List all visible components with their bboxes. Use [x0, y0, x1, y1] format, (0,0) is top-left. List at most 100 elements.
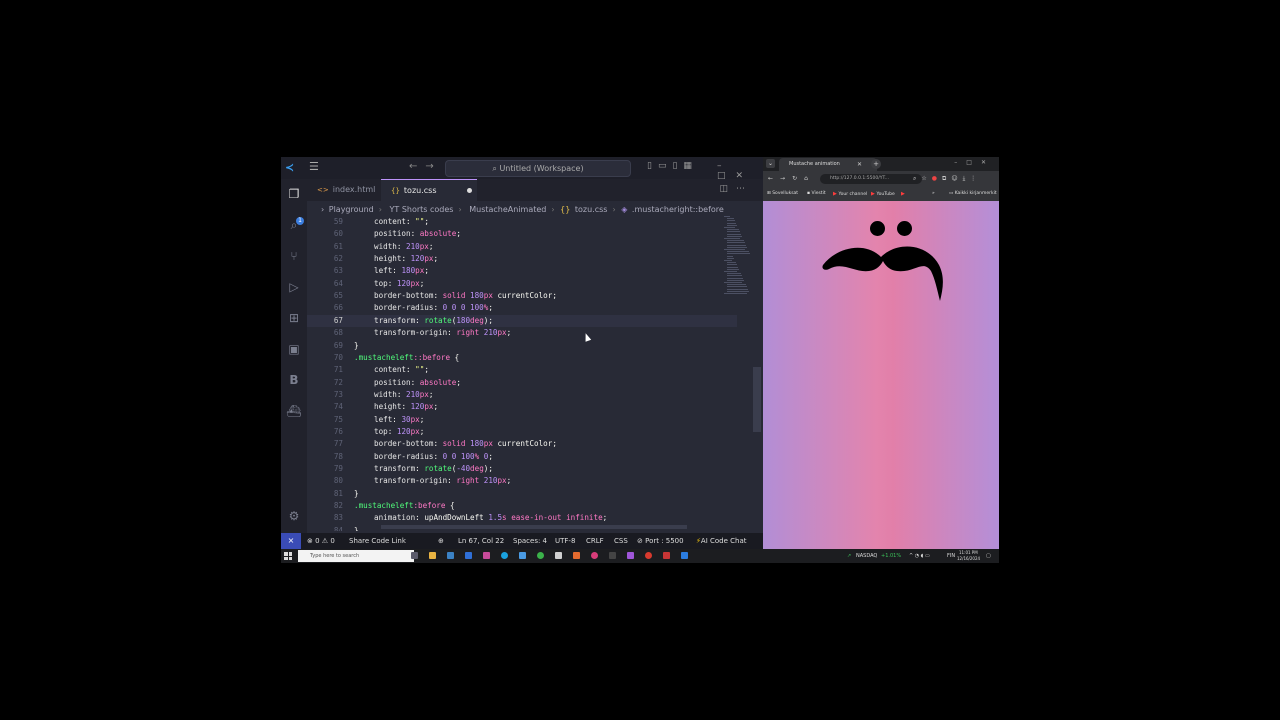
code-line[interactable]: 66 border-radius: 0 0 0 100%; [307, 302, 737, 314]
network-icon[interactable]: ◔ [915, 553, 919, 559]
code-editor[interactable]: 59 content: ""; 60 position: absolute; 61 wid… [307, 216, 737, 531]
customize-layout-icon[interactable]: ▦ [683, 161, 698, 171]
unsaved-dot-icon[interactable] [466, 188, 472, 193]
bookmark-your-channel[interactable]: ▶ Your channel [833, 187, 867, 202]
app-icon[interactable] [591, 552, 598, 559]
all-bookmarks[interactable]: ▭ Kaikki kirjanmerkit [949, 187, 997, 201]
code-line[interactable]: 72 position: absolute; [307, 377, 737, 389]
code-line[interactable]: 74 height: 120px; [307, 401, 737, 413]
code-line[interactable]: 60 position: absolute; [307, 228, 737, 240]
tab-tozu-css[interactable]: {} tozu.css [381, 179, 477, 202]
new-tab-icon[interactable]: + [871, 159, 881, 169]
home-icon[interactable]: ⌂ [804, 175, 815, 182]
code-line[interactable]: 62 height: 120px; [307, 253, 737, 265]
breadcrumb-item[interactable]: Playground [329, 205, 374, 214]
address-bar[interactable]: http://127.0.0.1:5500/YT... [820, 174, 922, 184]
code-line[interactable]: 75 left: 30px; [307, 414, 737, 426]
bookmark-messages[interactable]: ▪ Viestit [807, 187, 826, 201]
code-line[interactable]: 61 width: 210px; [307, 241, 737, 253]
mail-icon[interactable] [465, 552, 472, 559]
code-line[interactable]: 59 content: ""; [307, 216, 737, 228]
tab-search-icon[interactable]: ⌄ [766, 159, 775, 168]
close-tab-icon[interactable]: ✕ [857, 158, 862, 171]
minimize-icon[interactable]: – [954, 159, 966, 166]
browser-nav[interactable]: ←→↻⌂ [768, 171, 815, 187]
vscode-taskbar-icon[interactable] [681, 552, 688, 559]
taskbar-search[interactable]: Type here to search [298, 550, 414, 562]
language-mode[interactable]: CSS [614, 533, 628, 549]
toggle-sidebar-icon[interactable]: ▯ [647, 161, 658, 171]
app-icon[interactable] [627, 552, 634, 559]
remote-indicator-icon[interactable]: ⨯ [281, 533, 301, 549]
code-line[interactable]: 67 transform: rotate(180deg); [307, 314, 737, 328]
app-icon[interactable] [663, 552, 670, 559]
toggle-secondary-icon[interactable]: ▯ [672, 161, 683, 171]
code-line[interactable]: 76 top: 120px; [307, 426, 737, 438]
close-icon[interactable]: ✕ [981, 159, 995, 166]
layout-controls[interactable]: ▯▭▯▦ [647, 161, 698, 171]
code-line[interactable]: 65 border-bottom: solid 180px currentColo… [307, 290, 737, 302]
problems-indicator[interactable]: ⊗ 0 ⚠ 0 [307, 533, 335, 549]
line-endings[interactable]: CRLF [586, 533, 604, 549]
tab-actions[interactable]: ◫⋯ [719, 184, 753, 194]
bookmark-extra[interactable]: ▶ [901, 187, 905, 202]
input-language[interactable]: FIN [947, 549, 955, 563]
store-icon[interactable] [447, 552, 454, 559]
forward-arrow-icon[interactable]: → [425, 161, 441, 172]
code-line[interactable]: 77 border-bottom: solid 180px currentColo… [307, 438, 737, 450]
windows-start-icon[interactable] [284, 552, 292, 560]
source-control-icon[interactable]: ⑂ [286, 248, 302, 264]
extension-b-icon[interactable]: B [286, 372, 302, 388]
app-icon[interactable] [609, 552, 616, 559]
volume-icon[interactable]: ◖ [921, 553, 924, 559]
settings-gear-icon[interactable]: ⚙ [286, 508, 302, 524]
indentation[interactable]: Spaces: 4 [513, 533, 547, 549]
minimize-icon[interactable]: – [717, 161, 732, 171]
run-debug-icon[interactable]: ▷ [286, 279, 302, 295]
battery-icon[interactable]: ▭ [925, 553, 930, 559]
code-line[interactable]: 64 top: 120px; [307, 278, 737, 290]
code-line[interactable]: 71 content: ""; [307, 364, 737, 376]
back-icon[interactable]: ← [768, 175, 780, 182]
code-line[interactable]: 69} [307, 340, 737, 352]
code-line[interactable]: 80 transform-origin: right 210px; [307, 475, 737, 487]
breadcrumb-item[interactable]: YT Shorts codes [390, 205, 454, 214]
vertical-scrollbar[interactable] [753, 367, 761, 432]
docker-icon[interactable]: ⛴ [286, 403, 302, 419]
encoding[interactable]: UTF-8 [555, 533, 575, 549]
reload-icon[interactable]: ↻ [792, 175, 804, 182]
share-code-link[interactable]: Share Code Link [349, 533, 406, 549]
code-line[interactable]: 68 transform-origin: right 210px; [307, 327, 737, 339]
extension-icon[interactable]: ⧉ [942, 175, 951, 182]
profile-icon[interactable]: ☺ [951, 175, 962, 182]
bookmark-apps[interactable]: ⊞ Sovelluksat [767, 187, 798, 201]
code-line[interactable]: 78 border-radius: 0 0 100% 0; [307, 451, 737, 463]
stock-name[interactable]: NASDAQ [856, 549, 877, 563]
record-icon[interactable]: ● [932, 175, 942, 182]
breadcrumb-item[interactable]: tozu.css [575, 205, 608, 214]
menu-icon[interactable]: ☰ [309, 160, 319, 173]
code-line[interactable]: 73 width: 210px; [307, 389, 737, 401]
forward-icon[interactable]: → [780, 175, 792, 182]
clock-date[interactable]: 12/16/2024 [957, 552, 980, 563]
code-line[interactable]: 83 animation: upAndDownLeft 1.5s ease-in-… [307, 512, 737, 524]
file-explorer-icon[interactable] [429, 552, 436, 559]
app-icon[interactable] [645, 552, 652, 559]
kebab-menu-icon[interactable]: ⋮ [970, 175, 981, 182]
live-server-port[interactable]: ⊘ Port : 5500 [637, 533, 684, 549]
back-arrow-icon[interactable]: ← [409, 161, 425, 172]
tray-icons[interactable]: ^ ◔ ◖ ▭ [909, 549, 930, 563]
extension-icons[interactable]: ⌕☆●⧉☺⤓⋮ [913, 171, 981, 187]
app-icon[interactable] [519, 552, 526, 559]
notifications-icon[interactable]: ▢ [986, 549, 991, 563]
horizontal-scrollbar[interactable] [381, 525, 687, 529]
minimap[interactable] [724, 216, 754, 296]
breadcrumb-item[interactable]: .mustacheright::before [632, 205, 724, 214]
browser-tab[interactable]: Mustache animation [779, 158, 877, 171]
ai-code-chat[interactable]: ⚡AI Code Chat [696, 533, 747, 549]
zoom-icon[interactable]: ⊕ [438, 533, 444, 549]
browser-window-controls[interactable]: –□✕ [954, 159, 995, 166]
breadcrumb-item[interactable]: MustacheAnimated [469, 205, 546, 214]
code-line[interactable]: 70 .mustacheleft::before { [307, 352, 737, 364]
command-center[interactable]: ⌕ Untitled (Workspace) [445, 160, 631, 177]
